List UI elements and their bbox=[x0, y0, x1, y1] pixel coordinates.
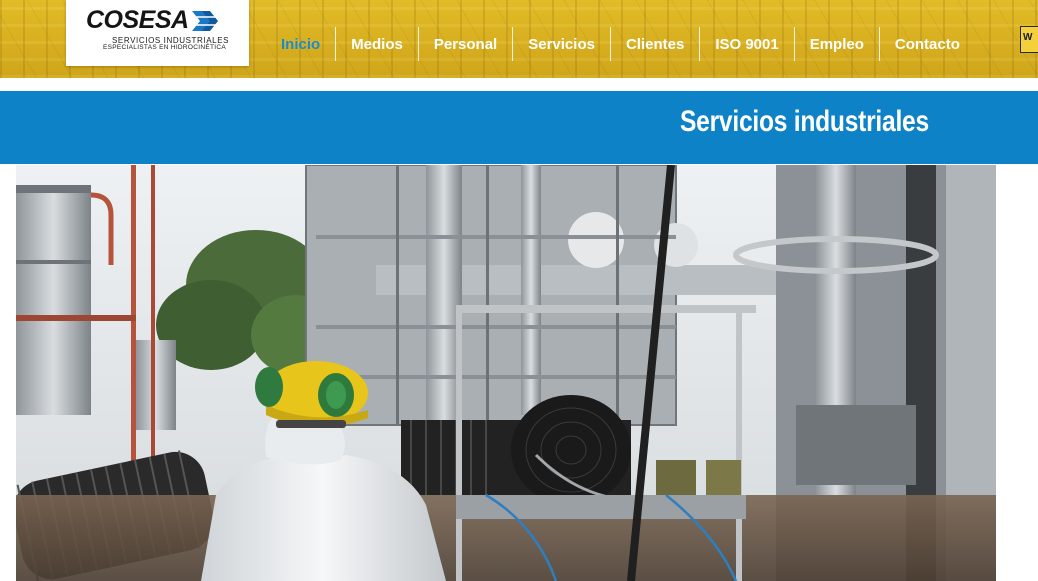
nav-item-clientes[interactable]: Clientes bbox=[609, 27, 699, 61]
nav-item-iso-9001[interactable]: ISO 9001 bbox=[699, 27, 793, 61]
logo[interactable]: COSESA SERVICIOS INDUSTRIALES ESPECIALIS… bbox=[66, 0, 249, 66]
nav-item-inicio[interactable]: Inicio bbox=[266, 27, 335, 61]
partner-badge[interactable]: W bbox=[1020, 26, 1038, 53]
logo-subtagline: ESPECIALISTAS EN HIDROCINÉTICA bbox=[103, 44, 227, 51]
industrial-plant-photo-icon bbox=[16, 165, 996, 581]
logo-arrow-icon bbox=[190, 8, 222, 34]
nav-item-personal[interactable]: Personal bbox=[417, 27, 512, 61]
nav-item-servicios[interactable]: Servicios bbox=[512, 27, 610, 61]
nav-item-medios[interactable]: Medios bbox=[335, 27, 418, 61]
page-title: Servicios industriales bbox=[680, 105, 929, 138]
nav-item-contacto[interactable]: Contacto bbox=[878, 27, 975, 61]
main-nav: Inicio Medios Personal Servicios Cliente… bbox=[266, 27, 975, 61]
logo-wordmark: COSESA bbox=[86, 6, 189, 34]
hero-image bbox=[16, 165, 996, 581]
nav-item-empleo[interactable]: Empleo bbox=[793, 27, 879, 61]
site-header: COSESA SERVICIOS INDUSTRIALES ESPECIALIS… bbox=[0, 0, 1038, 78]
